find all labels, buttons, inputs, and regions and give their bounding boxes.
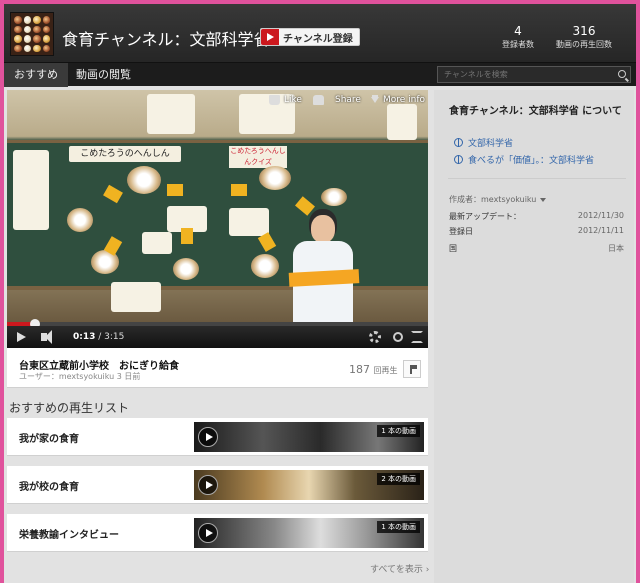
fullscreen-icon[interactable] [411, 331, 423, 343]
playlist-thumbnail[interactable]: 1 本の動画 [194, 422, 424, 452]
chevron-down-icon [540, 197, 547, 202]
gear-icon[interactable] [369, 331, 381, 343]
playlist-count: 2 本の動画 [377, 473, 420, 485]
teacher-figure [287, 215, 360, 325]
search-input[interactable] [438, 67, 608, 82]
subscriber-count: 4 登録者数 [502, 24, 534, 49]
tab-featured[interactable]: おすすめ [4, 63, 68, 87]
video-meta: ユーザー：mextsyokuiku 3 日前 [19, 372, 141, 381]
divider [448, 178, 626, 179]
playlist-name[interactable]: 我が校の食育 [19, 478, 79, 493]
time-display: 0:13 / 3:15 [73, 332, 125, 342]
play-circle-icon[interactable] [198, 475, 218, 495]
view-count-total: 316 動画の再生回数 [556, 24, 612, 49]
author-dropdown[interactable]: 作成者：mextsyokuiku [449, 194, 547, 205]
joined-value: 2012/11/11 [577, 226, 624, 235]
thumbs-down-icon [313, 95, 324, 105]
volume-icon[interactable] [41, 330, 52, 344]
youtube-logo-icon [261, 29, 279, 45]
playlist-count: 1 本の動画 [377, 425, 420, 437]
playlist-count: 1 本の動画 [377, 521, 420, 533]
channel-header: 食育チャンネル：文部科学省 チャンネル登録 4 登録者数 316 動画の再生回数 [4, 4, 636, 62]
more-info-button[interactable]: More info [371, 95, 425, 105]
about-title: 食育チャンネル：文部科学省 について [449, 106, 622, 117]
board-title: こめたろうのへんしん [69, 146, 181, 162]
watch-later-icon[interactable] [393, 332, 403, 342]
tab-browse-videos[interactable]: 動画の閲覧 [66, 63, 141, 87]
subscribe-label: チャンネル登録 [283, 33, 353, 45]
play-circle-icon[interactable] [198, 523, 218, 543]
country-value: 日本 [608, 244, 624, 253]
channel-title: 食育チャンネル：文部科学省 [62, 30, 270, 49]
playlist-thumbnail[interactable]: 1 本の動画 [194, 518, 424, 548]
joined-label: 登録日 [449, 227, 473, 236]
show-all-link[interactable]: すべてを表示 › [370, 562, 429, 575]
flag-button[interactable] [403, 360, 421, 378]
video-player[interactable]: こめたろうのへんしん こめたろうへんしんクイズ Like Share More … [7, 90, 428, 348]
subscribe-button[interactable]: チャンネル登録 [260, 28, 360, 46]
video-frame[interactable]: こめたろうのへんしん こめたろうへんしんクイズ [7, 90, 428, 325]
play-icon[interactable] [17, 332, 26, 342]
playlist-item[interactable]: 栄養教諭インタビュー 1 本の動画 [7, 514, 428, 552]
about-link[interactable]: 文部科学省 [454, 136, 513, 149]
globe-icon [454, 138, 463, 147]
flag-icon [410, 365, 417, 374]
playlist-item[interactable]: 我が家の食育 1 本の動画 [7, 418, 428, 456]
globe-icon [454, 155, 463, 164]
player-controls: 0:13 / 3:15 [7, 326, 428, 348]
playlist-name[interactable]: 栄養教諭インタビュー [19, 526, 119, 541]
last-updated-label: 最新アップデート： [449, 212, 521, 221]
play-circle-icon[interactable] [198, 427, 218, 447]
channel-page: 食育チャンネル：文部科学省 チャンネル登録 4 登録者数 316 動画の再生回数… [4, 4, 636, 583]
playlist-thumbnail[interactable]: 2 本の動画 [194, 470, 424, 500]
about-panel: 食育チャンネル：文部科学省 について 文部科学省 食べるが「価値」。：文部科学省… [434, 90, 634, 583]
search-icon[interactable] [618, 70, 626, 78]
download-arrow-icon [371, 97, 379, 103]
channel-avatar[interactable] [10, 12, 54, 56]
video-title[interactable]: 台東区立蔵前小学校 おにぎり給食 [19, 357, 179, 372]
about-link[interactable]: 食べるが「価値」。：文部科学省 [454, 153, 594, 166]
dislike-button[interactable] [313, 95, 324, 105]
video-info: 台東区立蔵前小学校 おにぎり給食 ユーザー：mextsyokuiku 3 日前 … [7, 348, 428, 388]
last-updated-value: 2012/11/30 [577, 211, 624, 220]
board-subtitle: こめたろうへんしんクイズ [229, 146, 287, 168]
player-overlay-bar: Like Share More info [7, 90, 428, 114]
channel-search [437, 66, 631, 83]
share-button[interactable]: Share [335, 95, 361, 105]
playlist-item[interactable]: 我が校の食育 2 本の動画 [7, 466, 428, 504]
country-label: 国 [449, 244, 457, 253]
like-button[interactable]: Like [269, 95, 302, 105]
channel-nav: おすすめ 動画の閲覧 [4, 62, 636, 87]
view-count: 187 回再生 [349, 363, 398, 376]
playlist-name[interactable]: 我が家の食育 [19, 430, 79, 445]
thumbs-up-icon [269, 95, 280, 105]
playlists-heading: おすすめの再生リスト [9, 401, 130, 415]
